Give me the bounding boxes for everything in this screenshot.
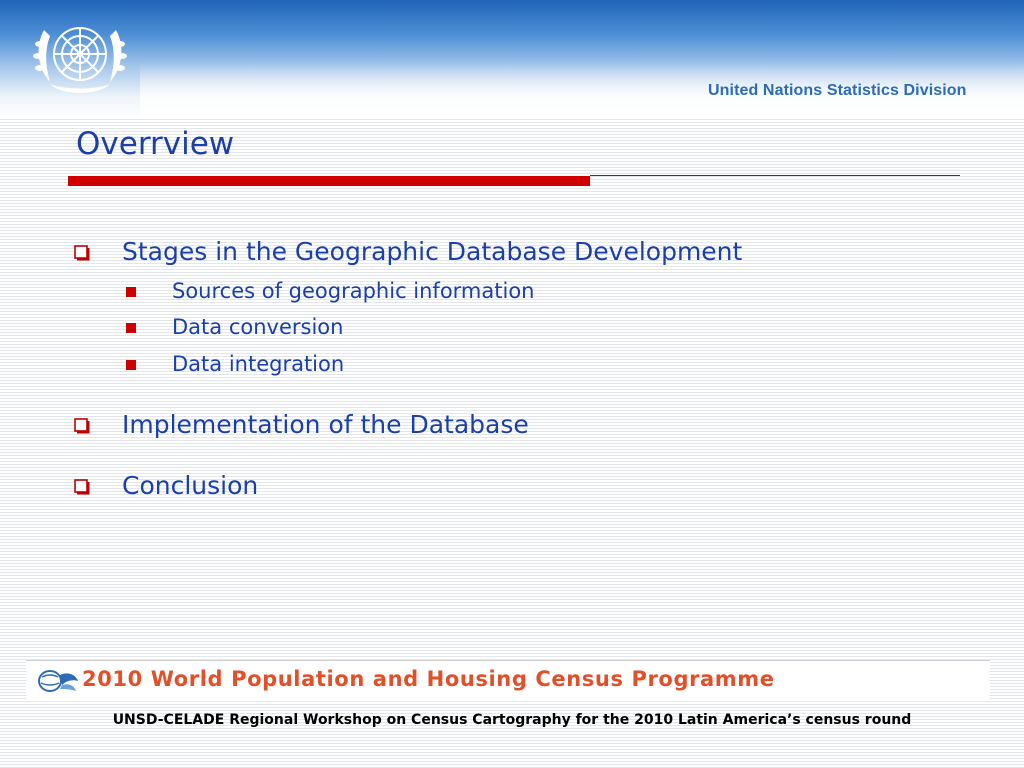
title-rule-thick	[68, 176, 590, 186]
un-emblem-icon	[33, 27, 127, 93]
sub-bullet-item: Data conversion	[172, 315, 344, 339]
square-bullet-icon	[126, 287, 136, 297]
organization-name: United Nations Statistics Division	[708, 82, 967, 99]
square-bullet-icon	[126, 360, 136, 370]
census-logo-icon	[38, 670, 78, 692]
slide-title: Overrview	[76, 126, 235, 162]
checkbox-bullet-icon	[74, 245, 90, 261]
sub-bullet-item: Data integration	[172, 352, 345, 376]
checkbox-bullet-icon	[74, 418, 90, 434]
census-programme-banner: 2010 World Population and Housing Census…	[26, 661, 990, 701]
sub-bullet-item: Sources of geographic information	[172, 279, 535, 303]
square-bullet-icon	[126, 323, 136, 333]
bullet-item: Stages in the Geographic Database Develo…	[122, 237, 743, 266]
banner-title: 2010 World Population and Housing Census…	[82, 667, 775, 691]
slide: United Nations Statistics Division Overr…	[0, 0, 1024, 768]
bullet-item: Implementation of the Database	[122, 410, 529, 439]
checkbox-bullet-icon	[74, 479, 90, 495]
bullet-item: Conclusion	[122, 471, 259, 500]
footer-text: UNSD-CELADE Regional Workshop on Census …	[112, 712, 912, 728]
title-rule-thin	[590, 175, 960, 176]
